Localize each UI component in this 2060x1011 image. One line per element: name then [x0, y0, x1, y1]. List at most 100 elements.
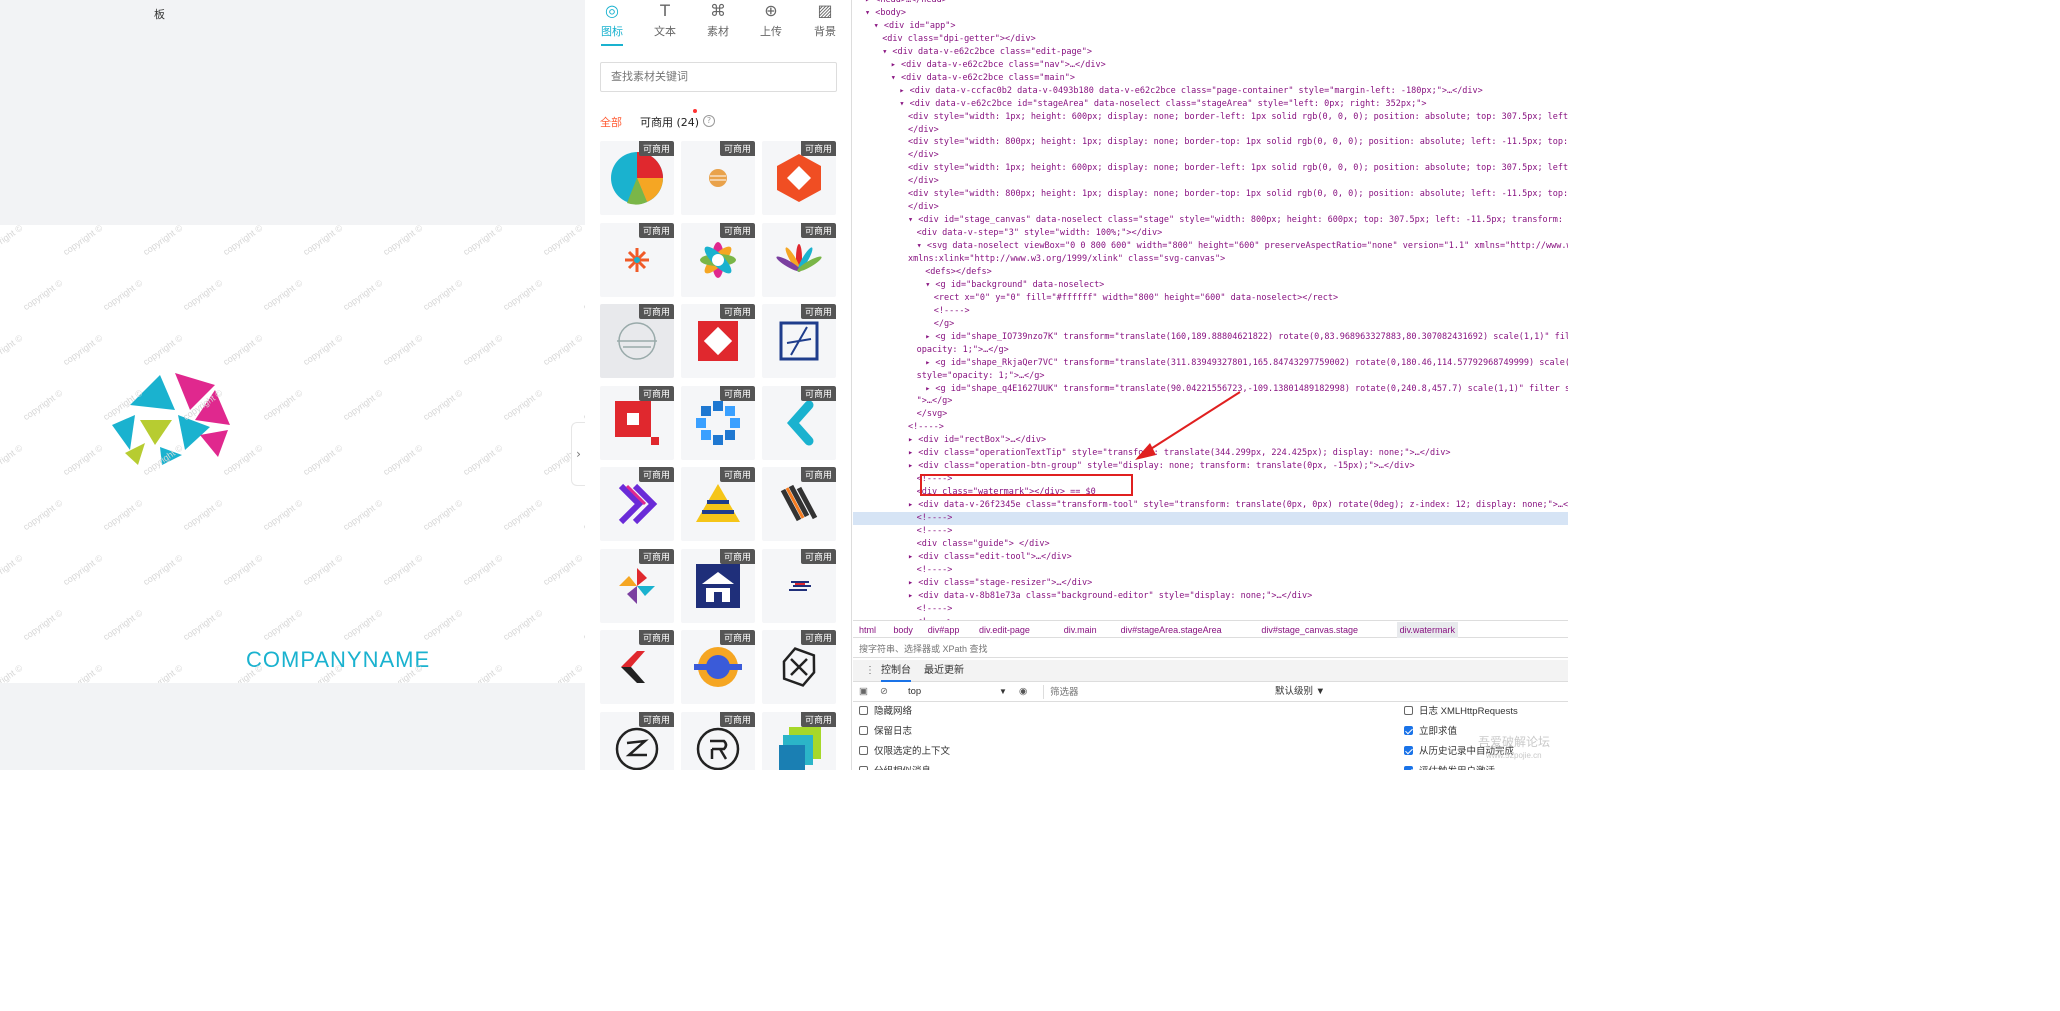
dom-tree-line[interactable]: <div style="width: 800px; height: 1px; d… [908, 136, 1568, 149]
breadcrumb-item[interactable]: html [859, 622, 876, 638]
material-card[interactable]: 可商用 [681, 385, 755, 460]
tab-upload[interactable]: ⊕ 上传 [746, 0, 796, 46]
material-card[interactable]: 可商用 [681, 222, 755, 297]
checkbox[interactable] [859, 706, 868, 715]
checkbox[interactable] [859, 726, 868, 735]
tab-console[interactable]: 控制台 [881, 660, 911, 682]
clear-console-icon[interactable]: ⊘ [880, 682, 888, 702]
dom-tree-line[interactable]: ▾ <body> [865, 7, 906, 20]
material-card[interactable]: 可商用 [600, 711, 674, 770]
dom-tree-line[interactable]: <div style="width: 800px; height: 1px; d… [908, 188, 1568, 201]
panel-collapse-button[interactable]: › [571, 422, 585, 486]
console-option[interactable]: 隐藏网络 [859, 705, 912, 719]
dom-tree-line[interactable]: style="opacity: 1;">…</g> [917, 370, 1045, 383]
breadcrumb-item[interactable]: div.edit-page [979, 622, 1030, 638]
checkbox[interactable] [1404, 726, 1413, 735]
editor-workspace[interactable]: 板 COMPANYNAME 狂飙 copyright ©copyright ©c… [0, 0, 585, 770]
checkbox[interactable] [1404, 766, 1413, 770]
breadcrumb-item[interactable]: div#app [928, 622, 960, 638]
more-tabs-icon[interactable]: ⋮ [865, 660, 875, 682]
logo-graphic[interactable] [100, 365, 250, 515]
breadcrumb-item[interactable]: div#stage_canvas.stage [1261, 622, 1358, 638]
filter-all[interactable]: 全部 [600, 116, 622, 129]
elements-tree[interactable]: ▸ <head>…</head> ▾ <body> ▾ <div id="app">… [853, 0, 1568, 620]
log-levels-select[interactable]: 默认级别 ▼ [1275, 682, 1325, 702]
tab-materials[interactable]: ⌘ 素材 [693, 0, 743, 46]
material-card[interactable]: 可商用 [681, 467, 755, 541]
material-card[interactable]: 可商用 [681, 711, 755, 770]
dom-tree-line[interactable]: xmlns:xlink="http://www.w3.org/1999/xlin… [908, 253, 1225, 266]
dom-tree-line[interactable]: ▸ <div data-v-8b81e73a class="background… [908, 590, 1312, 603]
dom-tree-line[interactable]: opacity: 1;">…</g> [917, 344, 1009, 357]
context-select[interactable]: top [908, 682, 921, 702]
material-card[interactable]: 可商用 [762, 222, 836, 297]
dom-tree-line[interactable]: ▸ <div data-v-e62c2bce class="nav">…</di… [891, 59, 1106, 72]
material-card[interactable]: 可商用 [762, 711, 836, 770]
checkbox[interactable] [859, 746, 868, 755]
dom-tree-line[interactable]: ▸ <div data-v-ccfac0b2 data-v-0493b180 d… [899, 85, 1482, 98]
breadcrumb-item[interactable]: div.watermark [1396, 622, 1458, 638]
dom-tree-line[interactable]: <div style="width: 1px; height: 600px; d… [908, 111, 1568, 124]
material-card[interactable]: 可商用 [681, 630, 755, 704]
dom-tree-line[interactable]: <div style="width: 1px; height: 600px; d… [908, 162, 1568, 175]
dom-tree-line[interactable]: ">…</g> [917, 395, 953, 408]
breadcrumb-item[interactable]: div.main [1064, 622, 1097, 638]
selected-dom-node[interactable]: <!----> [853, 512, 1568, 525]
xpath-search-input[interactable] [853, 640, 1568, 658]
console-option[interactable]: 立即求值 [1404, 725, 1457, 739]
eye-icon[interactable]: ◉ [1019, 682, 1027, 702]
console-option[interactable]: 仅限选定的上下文 [859, 745, 950, 759]
dom-tree-line[interactable]: </g> [934, 318, 954, 331]
checkbox[interactable] [1404, 746, 1413, 755]
dom-tree-line[interactable]: <!----> [917, 525, 953, 538]
dom-tree-line[interactable]: ▸ <g id="shape_RkjaQer7VC" transform="tr… [925, 357, 1568, 370]
dom-tree-line[interactable]: </div> [908, 124, 939, 137]
console-filter-input[interactable] [1043, 685, 1268, 699]
dom-tree-line[interactable]: ▸ <head>…</head> [865, 0, 947, 7]
material-card[interactable]: 可商用 [600, 467, 674, 541]
material-card[interactable]: 可商用 [762, 385, 836, 460]
dom-tree-line[interactable]: </div> [908, 149, 939, 162]
material-card[interactable]: 可商用 [681, 548, 755, 623]
dom-tree-line[interactable]: ▸ <div class="edit-tool">…</div> [908, 551, 1072, 564]
dom-tree-line[interactable]: ▸ <div data-v-26f2345e class="transform-… [908, 499, 1568, 512]
filter-commercial[interactable]: 可商用 (24) [640, 114, 699, 130]
dom-tree-line[interactable]: ▾ <g id="background" data-noselect> [925, 279, 1104, 292]
dom-tree-line[interactable]: ▾ <div data-v-e62c2bce class="main"> [891, 72, 1075, 85]
dom-tree-line[interactable]: <defs></defs> [925, 266, 992, 279]
breadcrumb-item[interactable]: div#stageArea.stageArea [1121, 622, 1222, 638]
material-card[interactable]: 可商用 [762, 548, 836, 623]
dom-tree-line[interactable]: <!----> [908, 421, 944, 434]
dom-tree-line[interactable]: <!----> [934, 305, 970, 318]
dom-tree-line[interactable]: <div data-v-step="3" style="width: 100%;… [917, 227, 1163, 240]
dom-tree-line[interactable]: <rect x="0" y="0" fill="#ffffff" width="… [934, 292, 1338, 305]
material-card[interactable]: 可商用 [762, 467, 836, 541]
breadcrumb-item[interactable]: body [893, 622, 913, 638]
dom-tree-line[interactable]: </div> [908, 175, 939, 188]
checkbox[interactable] [859, 766, 868, 770]
material-card[interactable]: 可商用 [600, 385, 674, 460]
console-option[interactable]: 日志 XMLHttpRequests [1404, 705, 1518, 719]
tab-icons[interactable]: ◎ 图标 [587, 0, 637, 46]
material-card[interactable]: 可商用 [681, 304, 755, 378]
material-card[interactable]: 可商用 [762, 630, 836, 704]
console-option[interactable]: 分组相似消息 [859, 765, 931, 770]
console-option[interactable]: 评估触发用户激活 [1404, 765, 1495, 770]
dom-tree-line[interactable]: ▸ <div id="rectBox">…</div> [908, 434, 1046, 447]
material-card[interactable]: 可商用 [600, 304, 674, 378]
dom-tree-line[interactable]: <!----> [917, 603, 953, 616]
dom-tree-line[interactable]: ▸ <g id="shape_q4E1627UUK" transform="tr… [925, 383, 1568, 396]
tab-background[interactable]: ▨ 背景 [800, 0, 850, 46]
tab-text[interactable]: T 文本 [640, 0, 690, 46]
checkbox[interactable] [1404, 706, 1413, 715]
dom-tree-line[interactable]: ▾ <div id="app"> [874, 20, 956, 33]
dom-tree-line[interactable]: ▸ <div class="operation-btn-group" style… [908, 460, 1415, 473]
material-card[interactable]: 可商用 [762, 304, 836, 378]
material-search-input[interactable] [600, 62, 837, 92]
console-option[interactable]: 保留日志 [859, 725, 912, 739]
design-stage[interactable]: COMPANYNAME 狂飙 copyright ©copyright ©cop… [0, 225, 585, 683]
dom-tree-line[interactable]: </div> [908, 201, 939, 214]
dom-tree-line[interactable]: </svg> [917, 408, 948, 421]
sidebar-toggle-icon[interactable]: ▣ [859, 682, 868, 702]
material-card[interactable]: 可商用 [600, 222, 674, 297]
